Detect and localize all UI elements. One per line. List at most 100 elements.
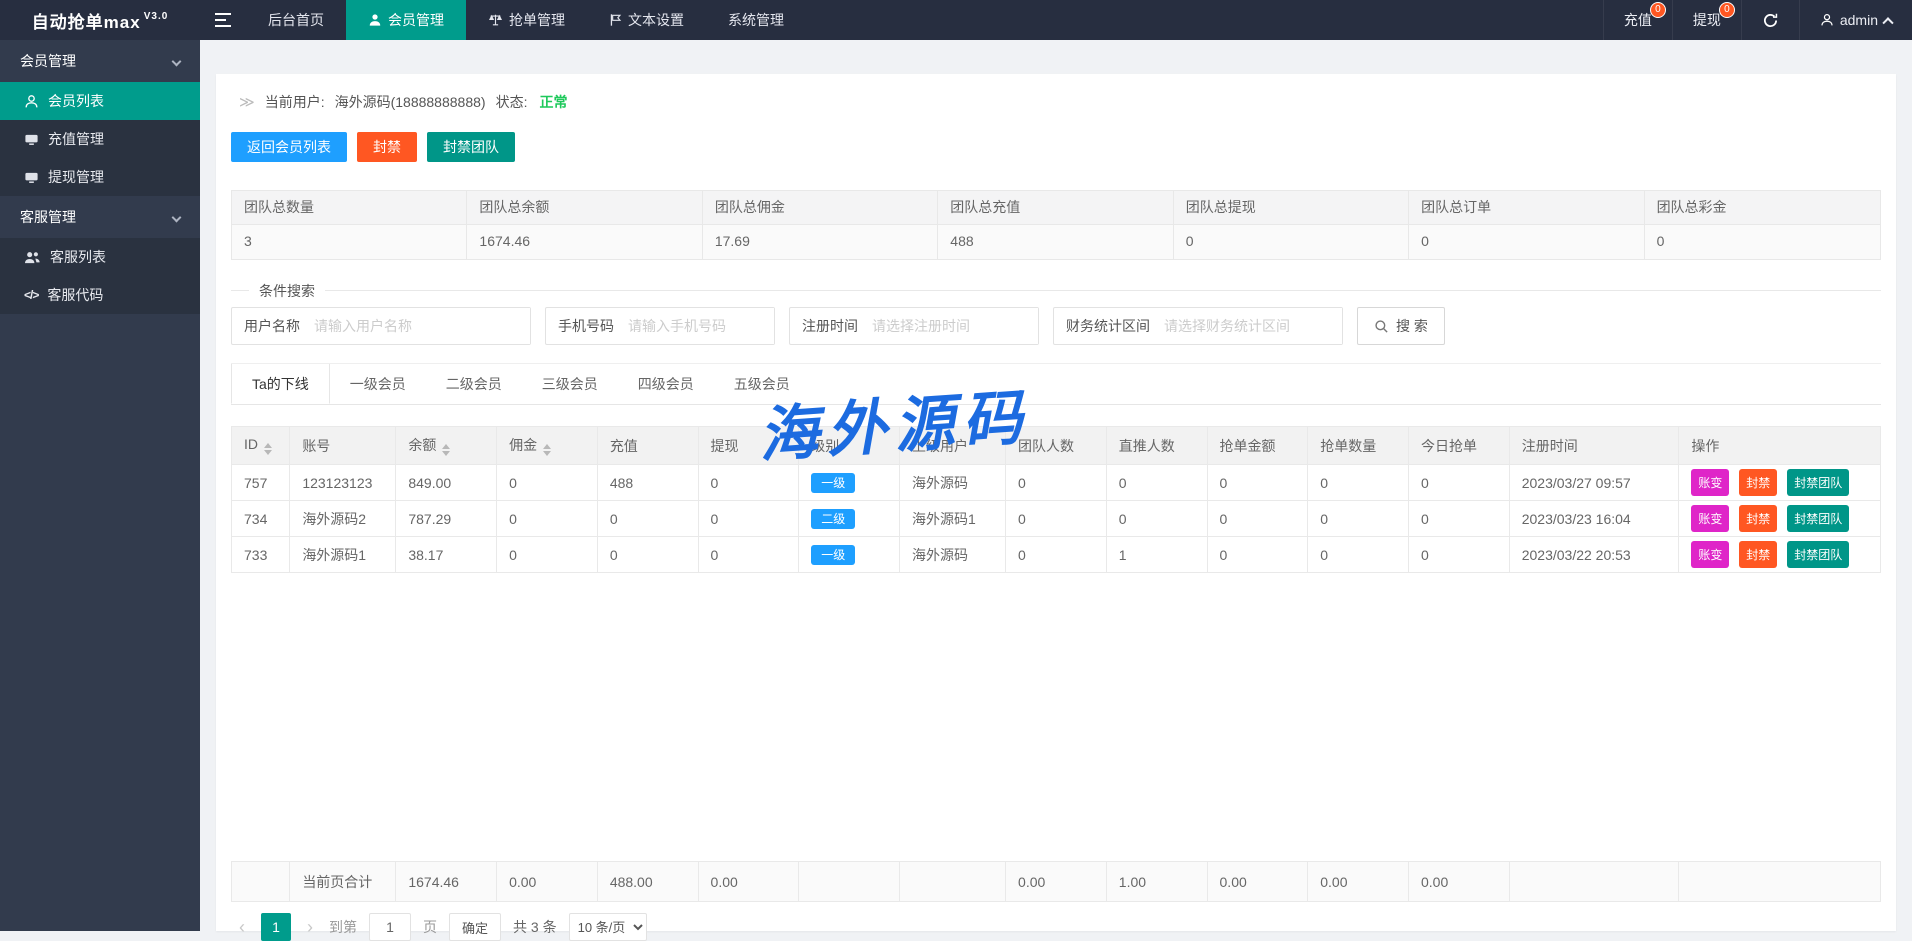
nav-item-system[interactable]: 系统管理: [706, 0, 806, 40]
nav-item-text-settings[interactable]: 文本设置: [587, 0, 706, 40]
flag-icon: [609, 13, 622, 27]
member-level-tabs: Ta的下线 一级会员 二级会员 三级会员 四级会员 五级会员: [231, 363, 1881, 405]
cell-operations: 账变 封禁 封禁团队: [1679, 501, 1881, 537]
col-label: 充值: [610, 438, 638, 454]
sidebar-item-recharge-management[interactable]: 充值管理: [0, 120, 200, 158]
col-label: 操作: [1691, 438, 1719, 454]
col-recharge: 充值: [597, 427, 698, 465]
recharge-badge: 0: [1650, 2, 1666, 18]
sidebar: 会员管理 会员列表 充值管理 提现管理 客服管理: [0, 40, 200, 931]
col-label: 账号: [302, 438, 330, 454]
stat-value: 0: [1174, 225, 1409, 259]
sidebar-item-cs-list[interactable]: 客服列表: [0, 238, 200, 276]
menu-toggle-icon[interactable]: [200, 0, 246, 40]
cell-reg-time: 2023/03/22 20:53: [1509, 537, 1679, 573]
code-icon: </>: [24, 288, 38, 302]
cell-withdraw: 0: [698, 465, 799, 501]
topbar-right: 充值 0 提现 0 admin: [1603, 0, 1912, 40]
cell-recharge: 488: [597, 465, 698, 501]
col-id[interactable]: ID: [232, 427, 290, 465]
sidebar-group-customer-service[interactable]: 客服管理: [0, 196, 200, 238]
search-button[interactable]: 搜 索: [1357, 307, 1445, 345]
ban-team-button[interactable]: 封禁团队: [1787, 469, 1849, 496]
cell-grab-amount: 0: [1207, 465, 1308, 501]
sidebar-item-cs-code[interactable]: </> 客服代码: [0, 276, 200, 314]
account-change-button[interactable]: 账变: [1691, 505, 1729, 532]
nav-item-order-grab[interactable]: 抢单管理: [466, 0, 587, 40]
ban-button[interactable]: 封禁: [1739, 541, 1777, 568]
ban-button[interactable]: 封禁: [357, 132, 417, 162]
cell-commission: 0: [497, 465, 598, 501]
ban-team-button[interactable]: 封禁团队: [1787, 505, 1849, 532]
next-page-icon[interactable]: ›: [303, 917, 317, 938]
sidebar-submenu: 会员列表 充值管理 提现管理: [0, 82, 200, 196]
search-legend: 条件搜索: [249, 281, 325, 301]
withdraw-badge: 0: [1719, 2, 1735, 18]
total-team: 0.00: [1006, 862, 1107, 902]
total-cell: [900, 862, 1006, 902]
account-change-button[interactable]: 账变: [1691, 541, 1729, 568]
phone-input[interactable]: [618, 308, 774, 344]
cell-recharge: 0: [597, 501, 698, 537]
tab-level-5[interactable]: 五级会员: [714, 364, 810, 404]
cell-team: 0: [1006, 537, 1107, 573]
tab-ta-downline[interactable]: Ta的下线: [231, 364, 330, 404]
cell-parent: 海外源码1: [900, 501, 1006, 537]
tab-level-4[interactable]: 四级会员: [618, 364, 714, 404]
finance-range-input[interactable]: [1154, 308, 1342, 344]
stat-header: 团队总余额: [467, 191, 702, 225]
col-commission[interactable]: 佣金: [497, 427, 598, 465]
tab-level-3[interactable]: 三级会员: [522, 364, 618, 404]
account-change-button[interactable]: 账变: [1691, 469, 1729, 496]
sidebar-item-member-list[interactable]: 会员列表: [0, 82, 200, 120]
cell-level: 一级: [799, 465, 900, 501]
per-page-select[interactable]: 10 条/页: [569, 913, 647, 941]
sidebar-item-label: 客服代码: [47, 285, 103, 305]
recharge-shortcut[interactable]: 充值 0: [1603, 0, 1672, 40]
nav-item-dashboard[interactable]: 后台首页: [246, 0, 346, 40]
action-buttons: 返回会员列表 封禁 封禁团队: [231, 132, 1881, 162]
level-badge: 一级: [811, 545, 855, 565]
refresh-button[interactable]: [1741, 0, 1799, 40]
chevron-down-icon: [172, 212, 182, 222]
ban-button[interactable]: 封禁: [1739, 469, 1777, 496]
total-balance: 1674.46: [396, 862, 497, 902]
top-navigation: 后台首页 会员管理 抢单管理 文本设置 系统管理: [246, 0, 806, 40]
col-operations: 操作: [1679, 427, 1881, 465]
hamburger-icon: [215, 13, 231, 27]
goto-page-input[interactable]: [369, 913, 411, 941]
sidebar-group-member-management[interactable]: 会员管理: [0, 40, 200, 82]
prev-page-icon[interactable]: ‹: [235, 917, 249, 938]
total-count-label: 共 3 条: [513, 917, 557, 937]
member-table: ID 账号 余额 佣金 充值 提现 级别 上级用户 团队人数 直推人数 抢单金额…: [231, 426, 1881, 573]
total-cell: [1509, 862, 1679, 902]
tab-level-2[interactable]: 二级会员: [426, 364, 522, 404]
current-page[interactable]: 1: [261, 913, 291, 941]
status-badge: 正常: [539, 92, 567, 112]
sort-icon[interactable]: [543, 444, 551, 456]
sort-icon[interactable]: [264, 443, 272, 455]
col-label: 团队人数: [1018, 438, 1074, 454]
phone-field-group: 手机号码: [545, 307, 775, 345]
ban-team-button[interactable]: 封禁团队: [427, 132, 515, 162]
ban-team-button[interactable]: 封禁团队: [1787, 541, 1849, 568]
sort-icon[interactable]: [442, 444, 450, 456]
user-menu[interactable]: admin: [1799, 0, 1912, 40]
sidebar-item-withdraw-management[interactable]: 提现管理: [0, 158, 200, 196]
back-to-member-list-button[interactable]: 返回会员列表: [231, 132, 347, 162]
goto-label: 到第: [329, 917, 357, 937]
username: admin: [1840, 12, 1878, 28]
totals-row: 当前页合计 1674.46 0.00 488.00 0.00 0.00 1.00…: [232, 862, 1881, 902]
col-balance[interactable]: 余额: [396, 427, 497, 465]
phone-field-label: 手机号码: [546, 316, 618, 336]
confirm-page-button[interactable]: 确定: [449, 913, 501, 941]
regtime-input[interactable]: [862, 308, 1038, 344]
tab-level-1[interactable]: 一级会员: [330, 364, 426, 404]
sidebar-item-label: 提现管理: [48, 167, 104, 187]
nav-item-members[interactable]: 会员管理: [346, 0, 466, 40]
withdraw-shortcut[interactable]: 提现 0: [1672, 0, 1741, 40]
panel-icon: [24, 170, 39, 185]
username-input[interactable]: [304, 308, 530, 344]
recharge-label: 充值: [1624, 10, 1652, 30]
ban-button[interactable]: 封禁: [1739, 505, 1777, 532]
